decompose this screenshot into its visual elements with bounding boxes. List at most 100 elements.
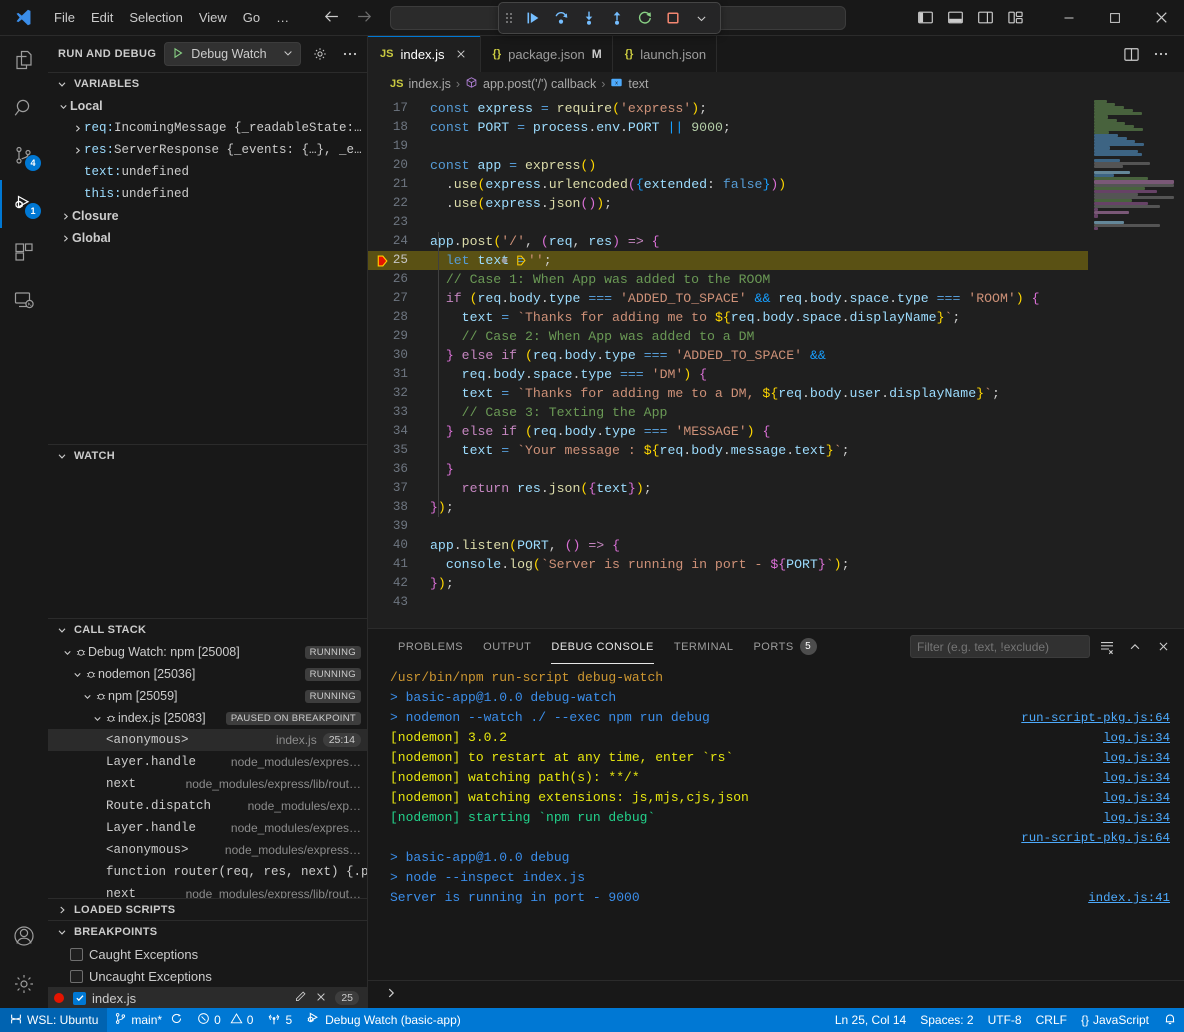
status-cursor-position[interactable]: Ln 25, Col 14 — [828, 1008, 913, 1032]
code-line[interactable]: 32 text = `Thanks for adding me to a DM,… — [368, 384, 1088, 403]
breakpoints-list[interactable]: Caught Exceptions Uncaught Exceptions in… — [48, 943, 367, 1008]
activity-run-and-debug[interactable]: 1 — [0, 180, 48, 228]
code-line[interactable]: 19 — [368, 137, 1088, 156]
maximize-button[interactable] — [1092, 0, 1138, 36]
code-line[interactable]: 41 console.log(`Server is running in por… — [368, 555, 1088, 574]
callstack-header[interactable]: CALL STACK — [48, 619, 367, 641]
tab-problems[interactable]: PROBLEMS — [388, 629, 473, 664]
code-line[interactable]: 25 let text = ''; — [368, 251, 1088, 270]
menu-file[interactable]: File — [46, 7, 83, 28]
close-panel-icon[interactable] — [1152, 636, 1174, 658]
chevron-down-icon[interactable] — [54, 76, 70, 92]
tab-package-json[interactable]: {} package.json M — [481, 36, 613, 72]
tab-launch-json[interactable]: {} launch.json — [613, 36, 717, 72]
debug-console-output[interactable]: /usr/bin/npm run-script debug-watch> bas… — [368, 664, 1184, 980]
drag-handle-icon[interactable] — [505, 8, 515, 28]
filter-input-field[interactable] — [917, 640, 1083, 654]
activity-remote-explorer[interactable] — [0, 276, 48, 324]
code-line[interactable]: 30 } else if (req.body.type === 'ADDED_T… — [368, 346, 1088, 365]
code-line[interactable]: 37 return res.json({text}); — [368, 479, 1088, 498]
callstack-session-row[interactable]: index.js [25083] PAUSED ON BREAKPOINT — [48, 707, 367, 729]
activity-explorer[interactable] — [0, 36, 48, 84]
gear-icon[interactable] — [309, 43, 331, 65]
code-line[interactable]: 39 — [368, 517, 1088, 536]
console-source-link[interactable]: run-script-pkg.js:64 — [1021, 828, 1170, 848]
variables-tree[interactable]: Local req: IncomingMessage {_readableSta… — [48, 95, 367, 249]
activity-settings[interactable] — [0, 960, 48, 1008]
breakpoint-row[interactable]: Uncaught Exceptions — [48, 965, 367, 987]
loaded-scripts-header[interactable]: LOADED SCRIPTS — [48, 899, 367, 921]
console-source-link[interactable]: log.js:34 — [1103, 748, 1170, 768]
callstack-frame-row[interactable]: Layer.handle node_modules/expres… — [48, 817, 367, 839]
chevron-right-icon[interactable] — [54, 902, 70, 918]
go-back-icon[interactable] — [323, 8, 340, 28]
close-button[interactable] — [1138, 0, 1184, 36]
breadcrumb-variable[interactable]: text — [628, 77, 648, 91]
console-source-link[interactable]: index.js:41 — [1088, 888, 1170, 908]
tab-terminal[interactable]: TERMINAL — [664, 629, 744, 664]
tab-ports[interactable]: PORTS 5 — [743, 629, 826, 664]
chevron-down-icon[interactable] — [282, 47, 294, 62]
tab-index-js[interactable]: JS index.js — [368, 36, 481, 72]
breakpoint-row[interactable]: Caught Exceptions — [48, 943, 367, 965]
code-line[interactable]: 28 text = `Thanks for adding me to ${req… — [368, 308, 1088, 327]
chevron-down-icon[interactable] — [56, 101, 70, 112]
callstack-frame-row[interactable]: <anonymous> node_modules/express… — [48, 839, 367, 861]
code-line[interactable]: 34 } else if (req.body.type === 'MESSAGE… — [368, 422, 1088, 441]
status-problems[interactable]: 0 0 — [190, 1008, 260, 1032]
code-line[interactable]: 42}); — [368, 574, 1088, 593]
chevron-down-icon[interactable] — [54, 448, 70, 464]
callstack-tree[interactable]: Debug Watch: npm [25008] RUNNING nodemon… — [48, 641, 367, 898]
launch-configuration-select[interactable]: Debug Watch — [164, 42, 301, 66]
activity-search[interactable] — [0, 84, 48, 132]
debug-toolbar[interactable] — [498, 2, 721, 34]
tab-debug-console[interactable]: DEBUG CONSOLE — [541, 629, 663, 664]
code-line[interactable]: 26 // Case 1: When App was added to the … — [368, 270, 1088, 289]
console-source-link[interactable]: run-script-pkg.js:64 — [1021, 708, 1170, 728]
code-line[interactable]: 20const app = express() — [368, 156, 1088, 175]
variables-row[interactable]: Closure — [48, 205, 367, 227]
chevron-right-icon[interactable] — [70, 123, 84, 134]
menu-go[interactable]: Go — [235, 7, 268, 28]
start-debug-icon[interactable] — [171, 46, 185, 63]
console-source-link[interactable]: log.js:34 — [1103, 768, 1170, 788]
variables-row[interactable]: req: IncomingMessage {_readableState: … — [48, 117, 367, 139]
step-into-icon[interactable] — [576, 5, 602, 31]
variables-header[interactable]: VARIABLES — [48, 73, 367, 95]
status-branch[interactable]: main* — [107, 1008, 190, 1032]
menu-selection[interactable]: Selection — [121, 7, 190, 28]
breakpoint-checkbox[interactable] — [70, 948, 83, 961]
status-debug-session[interactable]: Debug Watch (basic-app) — [299, 1008, 468, 1032]
toggle-secondary-sidebar-icon[interactable] — [972, 5, 998, 31]
code-line[interactable]: 38}); — [368, 498, 1088, 517]
callstack-session-row[interactable]: npm [25059] RUNNING — [48, 685, 367, 707]
restart-icon[interactable] — [632, 5, 658, 31]
code-line[interactable]: 29 // Case 2: When App was added to a DM — [368, 327, 1088, 346]
code-line[interactable]: 17const express = require('express'); — [368, 99, 1088, 118]
code-line[interactable]: 23 — [368, 213, 1088, 232]
console-source-link[interactable]: log.js:34 — [1103, 728, 1170, 748]
clear-console-icon[interactable] — [1096, 636, 1118, 658]
more-actions-icon[interactable] — [339, 43, 361, 65]
console-filter-input[interactable] — [910, 635, 1090, 658]
code-line[interactable]: 43 — [368, 593, 1088, 612]
more-actions-icon[interactable] — [1148, 41, 1174, 67]
console-source-link[interactable]: log.js:34 — [1103, 808, 1170, 828]
continue-icon[interactable] — [520, 5, 546, 31]
callstack-frame-row[interactable]: <anonymous> index.js 25:14 — [48, 729, 367, 751]
toggle-panel-icon[interactable] — [942, 5, 968, 31]
status-encoding[interactable]: UTF-8 — [981, 1008, 1029, 1032]
status-language-mode[interactable]: {} JavaScript — [1074, 1008, 1156, 1032]
go-forward-icon[interactable] — [356, 8, 373, 28]
code-line[interactable]: 36 } — [368, 460, 1088, 479]
customize-layout-icon[interactable] — [1002, 5, 1028, 31]
breakpoint-checkbox[interactable] — [70, 970, 83, 983]
code-line[interactable]: 31 req.body.space.type === 'DM') { — [368, 365, 1088, 384]
menu-more[interactable]: … — [268, 7, 297, 28]
stop-icon[interactable] — [660, 5, 686, 31]
remove-breakpoint-icon[interactable] — [315, 991, 327, 1006]
chevron-down-icon[interactable] — [90, 713, 104, 724]
chevron-down-icon[interactable] — [688, 5, 714, 31]
callstack-frame-row[interactable]: Layer.handle node_modules/expres… — [48, 751, 367, 773]
status-ports[interactable]: 5 — [260, 1008, 299, 1032]
